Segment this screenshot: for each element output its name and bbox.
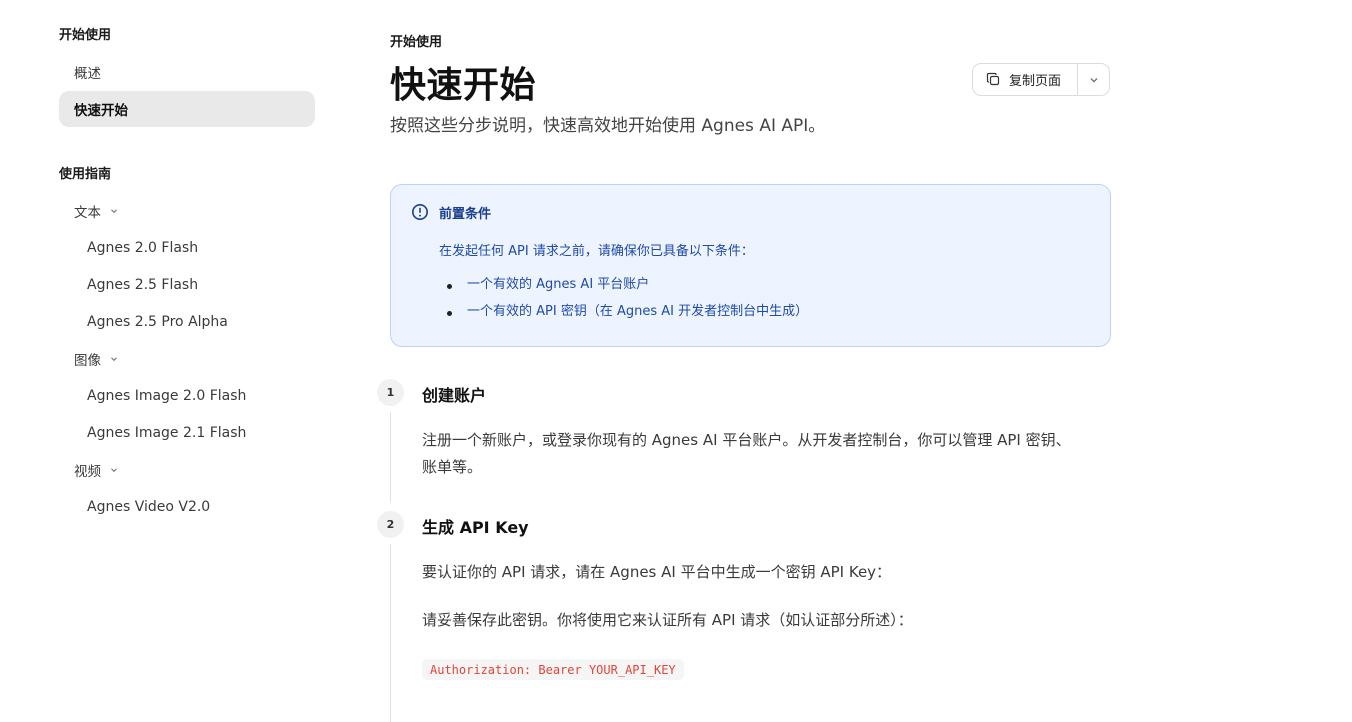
sidebar-group-label: 图像 [74, 353, 101, 369]
chevron-down-icon [109, 206, 119, 216]
sidebar-section-title: 开始使用 [59, 28, 112, 43]
page-title: 快速开始 [390, 65, 537, 106]
sidebar-item-quickstart[interactable]: 快速开始 [59, 91, 315, 127]
list-item: 一个有效的 API 密钥（在 Agnes AI 开发者控制台中生成） [447, 303, 808, 330]
copy-page-button[interactable]: 复制页面 [973, 64, 1078, 95]
breadcrumb[interactable]: 开始使用 [390, 31, 442, 50]
sidebar-group-label: 文本 [74, 205, 101, 221]
sidebar-item-agnes-2-5-flash[interactable]: Agnes 2.5 Flash [59, 270, 315, 300]
sidebar-item-overview[interactable]: 概述 [59, 54, 315, 90]
step-connector-line [390, 412, 391, 502]
step-connector-line [390, 544, 391, 722]
step-title: 创建账户 [422, 386, 487, 405]
sidebar-item-agnes-video-v2-0[interactable]: Agnes Video V2.0 [59, 492, 315, 522]
step-text: 注册一个新账户，或登录你现有的 Agnes AI 平台账户。从开发者控制台，你可… [422, 427, 1112, 481]
step-title: 生成 API Key [422, 518, 529, 537]
sidebar-section-title: 使用指南 [59, 167, 112, 182]
sidebar-item-agnes-image-2-1-flash[interactable]: Agnes Image 2.1 Flash [59, 418, 315, 448]
copy-page-button-group: 复制页面 [972, 63, 1110, 96]
sidebar-group-label: 视频 [74, 464, 101, 480]
step-text: 请妥善保存此密钥。你将使用它来认证所有 API 请求（如认证部分所述）： [422, 611, 913, 629]
sidebar-group-text[interactable]: 文本 [59, 196, 119, 226]
sidebar-item-agnes-image-2-0-flash[interactable]: Agnes Image 2.0 Flash [59, 381, 315, 411]
chevron-down-icon [1088, 74, 1100, 86]
sidebar-group-image[interactable]: 图像 [59, 344, 119, 374]
copy-page-label: 复制页面 [1009, 74, 1062, 89]
page-subtitle: 按照这些分步说明，快速高效地开始使用 Agnes AI API。 [390, 116, 826, 136]
callout-body: 在发起任何 API 请求之前，请确保你已具备以下条件： [439, 244, 754, 259]
step-text-line: 账单等。 [422, 458, 483, 476]
callout-title: 前置条件 [439, 207, 492, 222]
copy-icon [986, 72, 1001, 87]
step-number: 1 [377, 379, 404, 406]
chevron-down-icon [109, 465, 119, 475]
sidebar-item-agnes-2-0-flash[interactable]: Agnes 2.0 Flash [59, 233, 315, 263]
step-number: 2 [377, 511, 404, 538]
prerequisites-callout: 前置条件 在发起任何 API 请求之前，请确保你已具备以下条件： 一个有效的 A… [390, 184, 1111, 347]
info-icon [411, 203, 429, 221]
callout-list: 一个有效的 Agnes AI 平台账户 一个有效的 API 密钥（在 Agnes… [447, 276, 808, 330]
docs-page: 开始使用 概述 快速开始 使用指南 文本 Agnes 2.0 Flash Agn… [0, 0, 1352, 722]
inline-code: Authorization: Bearer YOUR_API_KEY [422, 659, 684, 680]
chevron-down-icon [109, 354, 119, 364]
list-item: 一个有效的 Agnes AI 平台账户 [447, 276, 808, 303]
sidebar: 开始使用 概述 快速开始 使用指南 文本 Agnes 2.0 Flash Agn… [0, 0, 330, 722]
step-text: 要认证你的 API 请求，请在 Agnes AI 平台中生成一个密钥 API K… [422, 563, 892, 581]
sidebar-item-agnes-2-5-pro-alpha[interactable]: Agnes 2.5 Pro Alpha [59, 307, 315, 337]
copy-options-dropdown[interactable] [1078, 64, 1109, 95]
sidebar-group-video[interactable]: 视频 [59, 455, 119, 485]
step-text-line: 注册一个新账户，或登录你现有的 Agnes AI 平台账户。从开发者控制台，你可… [422, 431, 1071, 449]
